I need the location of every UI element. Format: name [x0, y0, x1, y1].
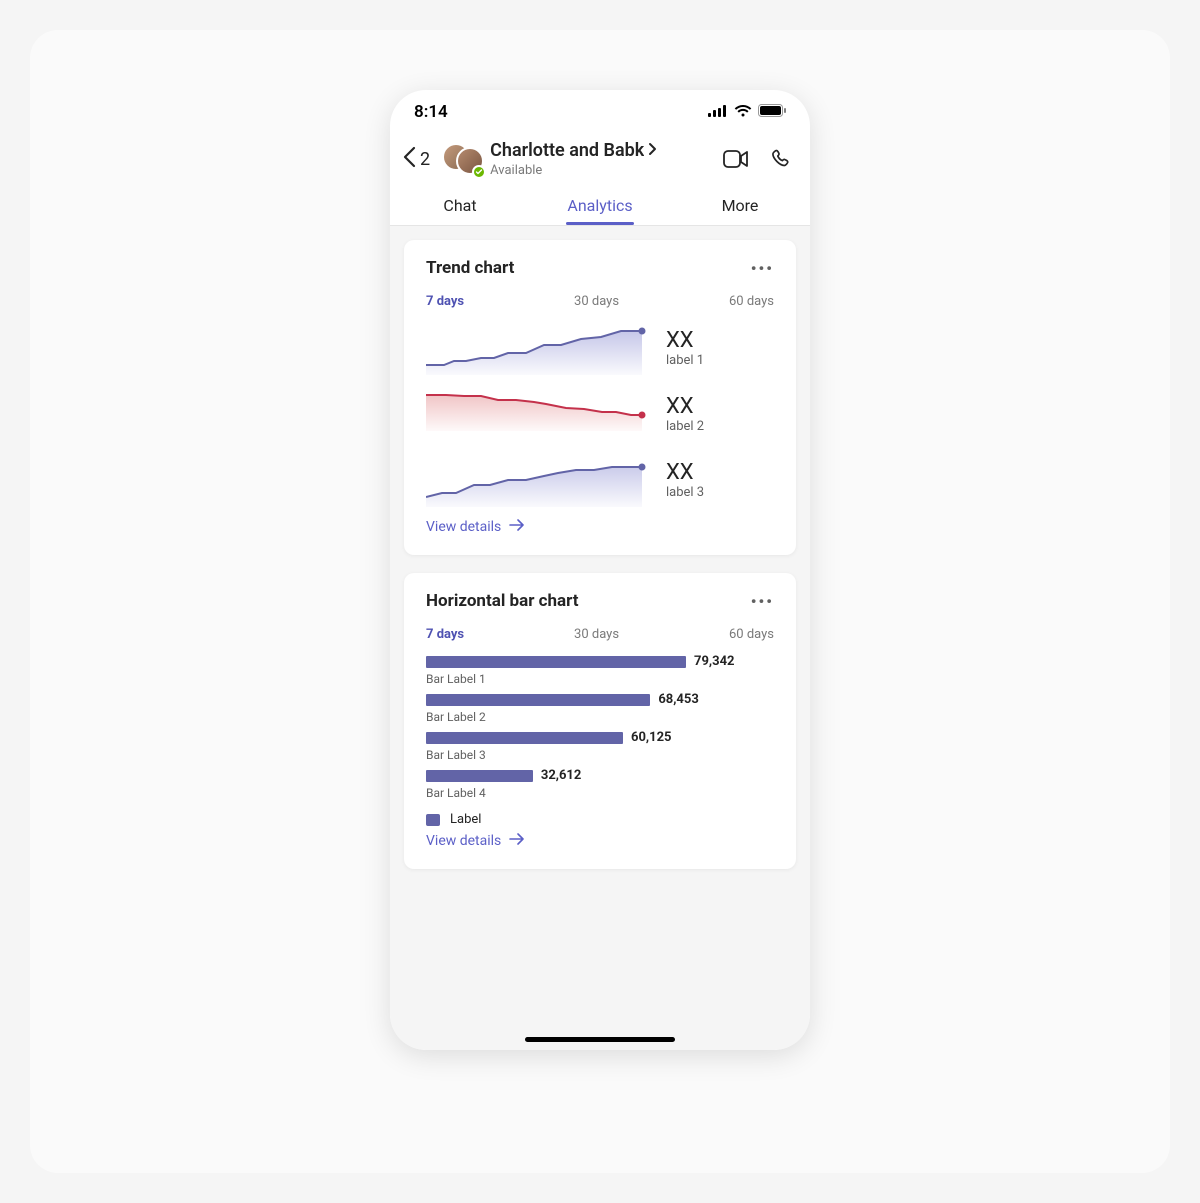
hbar-label: Bar Label 2 [426, 710, 774, 724]
chat-subtitle: Available [490, 163, 716, 178]
arrow-right-icon [509, 833, 525, 849]
tab-more[interactable]: More [670, 184, 810, 225]
video-call-button[interactable] [722, 145, 750, 173]
trend-value: XX [666, 394, 704, 419]
tabs: Chat Analytics More [390, 184, 810, 226]
hbar-row: 68,453 Bar Label 2 [426, 692, 774, 724]
phone-frame: 8:14 2 [390, 90, 810, 1050]
hbar-row: 79,342 Bar Label 1 [426, 654, 774, 686]
hbar-value: 79,342 [694, 654, 735, 669]
hbar-value: 32,612 [541, 768, 582, 783]
trend-chart-card: Trend chart ••• 7 days 30 days 60 days [404, 240, 796, 555]
trend-meta: XX label 2 [666, 394, 704, 434]
range-tab-30[interactable]: 30 days [574, 294, 619, 309]
trend-value: XX [666, 460, 704, 485]
hbar-label: Bar Label 1 [426, 672, 774, 686]
status-time: 8:14 [414, 102, 448, 122]
card-title: Horizontal bar chart [426, 591, 579, 611]
sparkline-up-icon [426, 321, 646, 375]
legend-label: Label [450, 812, 481, 827]
battery-icon [758, 102, 786, 122]
range-tabs: 7 days 30 days 60 days [426, 627, 774, 642]
status-bar: 8:14 [390, 90, 810, 134]
card-more-button[interactable]: ••• [751, 592, 774, 611]
back-count: 2 [420, 149, 430, 170]
view-details-link[interactable]: View details [426, 519, 774, 535]
legend-swatch [426, 814, 440, 826]
presence-available-icon [472, 165, 486, 179]
hbar-label: Bar Label 3 [426, 748, 774, 762]
tab-chat[interactable]: Chat [390, 184, 530, 225]
hbar-row: 32,612 Bar Label 4 [426, 768, 774, 800]
trend-row: XX label 3 [426, 453, 774, 507]
chat-title: Charlotte and Babk [490, 140, 644, 161]
trend-meta: XX label 3 [666, 460, 704, 500]
hbar-row: 60,125 Bar Label 3 [426, 730, 774, 762]
cellular-icon [708, 102, 728, 122]
hbar-bar [426, 656, 686, 668]
arrow-right-icon [509, 519, 525, 535]
chevron-left-icon [402, 146, 416, 172]
range-tab-7[interactable]: 7 days [426, 627, 464, 642]
home-indicator[interactable] [525, 1037, 675, 1042]
view-details-link[interactable]: View details [426, 833, 774, 849]
back-button[interactable]: 2 [398, 142, 434, 176]
trend-meta: XX label 1 [666, 328, 704, 368]
range-tab-30[interactable]: 30 days [574, 627, 619, 642]
hbar-value: 68,453 [658, 692, 699, 707]
trend-value: XX [666, 328, 704, 353]
hbar-bar [426, 770, 533, 782]
status-icons [708, 102, 786, 122]
tab-analytics[interactable]: Analytics [530, 184, 670, 225]
audio-call-button[interactable] [768, 145, 796, 173]
hbar-chart-card: Horizontal bar chart ••• 7 days 30 days … [404, 573, 796, 869]
card-title: Trend chart [426, 258, 514, 278]
trend-label: label 2 [666, 419, 704, 434]
hbar-label: Bar Label 4 [426, 786, 774, 800]
trend-label: label 3 [666, 485, 704, 500]
hbar-bar [426, 732, 623, 744]
legend: Label [426, 812, 774, 827]
chat-header: 2 Charlotte and Babk Available [390, 134, 810, 184]
range-tab-7[interactable]: 7 days [426, 294, 464, 309]
view-details-label: View details [426, 519, 501, 535]
range-tab-60[interactable]: 60 days [729, 294, 774, 309]
hbar-bar [426, 694, 650, 706]
sparkline-up-icon [426, 453, 646, 507]
range-tab-60[interactable]: 60 days [729, 627, 774, 642]
chevron-right-icon [648, 140, 657, 161]
hbar-container: 79,342 Bar Label 1 68,453 Bar Label 2 60,125… [426, 654, 774, 800]
content-area: Trend chart ••• 7 days 30 days 60 days [390, 226, 810, 1050]
card-more-button[interactable]: ••• [751, 259, 774, 278]
view-details-label: View details [426, 833, 501, 849]
group-avatars[interactable] [442, 141, 484, 177]
trend-row: XX label 2 [426, 387, 774, 441]
trend-row: XX label 1 [426, 321, 774, 375]
trend-label: label 1 [666, 353, 704, 368]
range-tabs: 7 days 30 days 60 days [426, 294, 774, 309]
hbar-value: 60,125 [631, 730, 672, 745]
sparkline-down-icon [426, 387, 646, 441]
header-title-block[interactable]: Charlotte and Babk Available [490, 140, 716, 178]
wifi-icon [734, 102, 752, 122]
